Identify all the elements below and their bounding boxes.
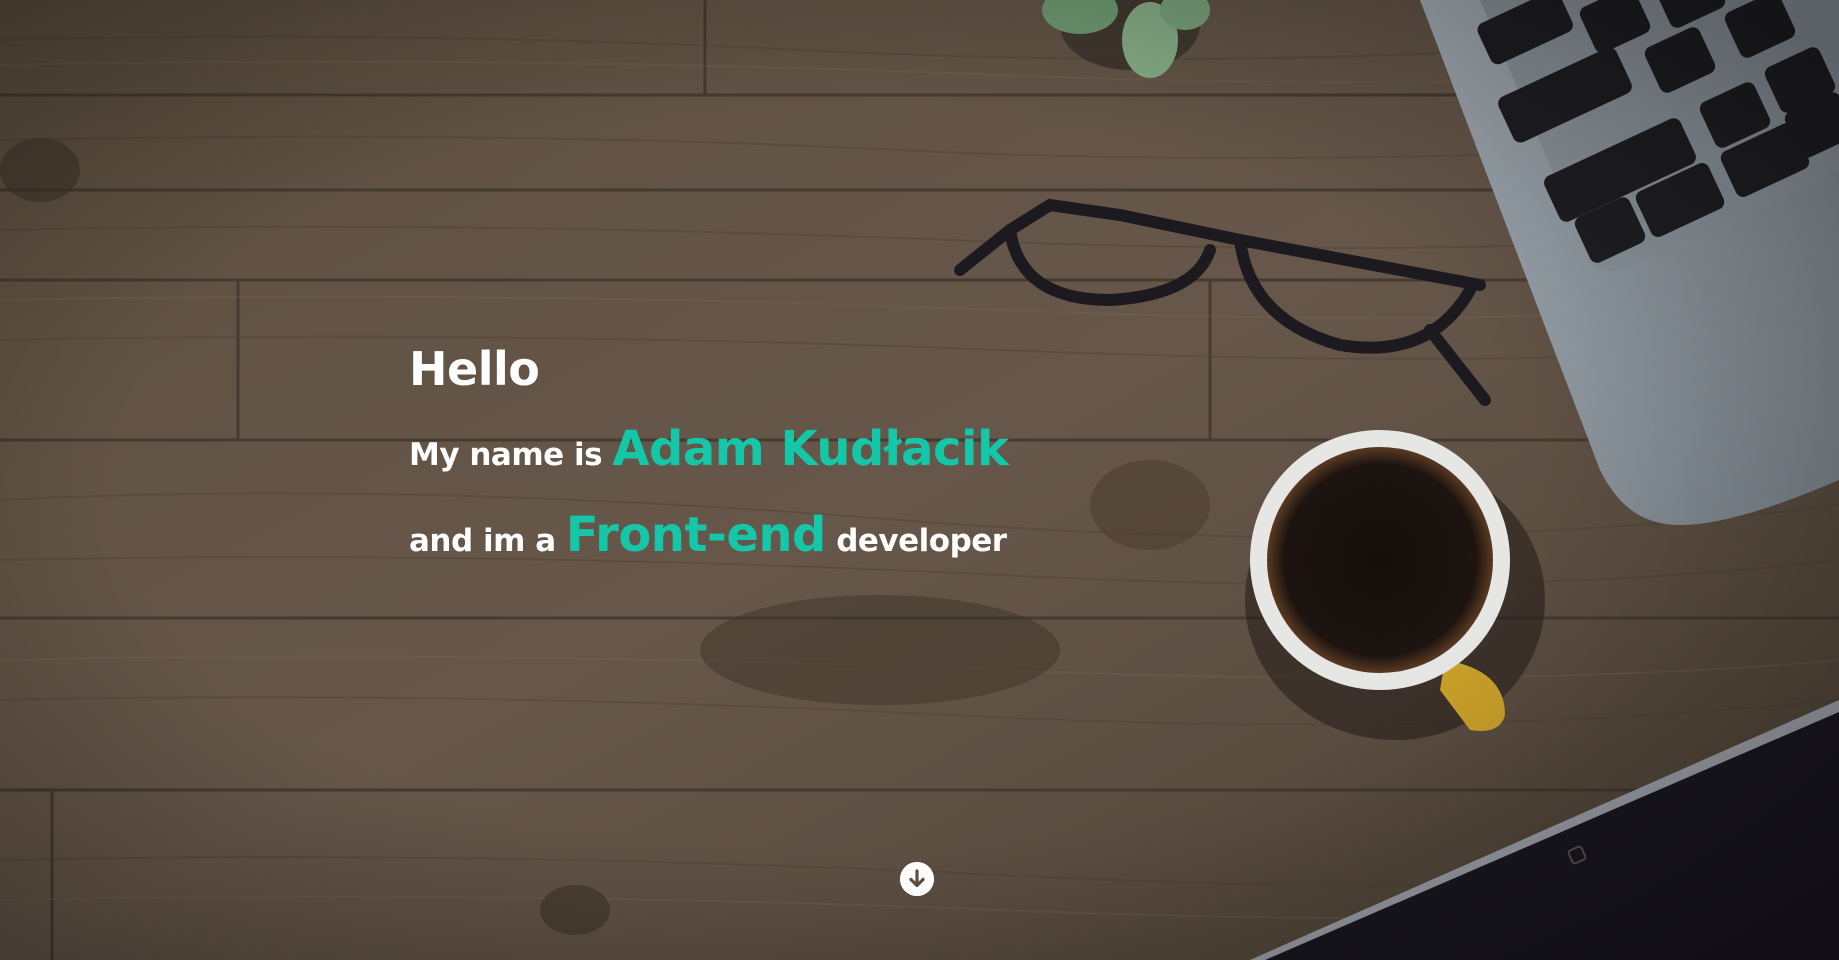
hero-section: Hello My name is Adam Kudłacik and im a … <box>0 0 1839 960</box>
greeting-heading: Hello <box>409 342 540 396</box>
role-highlight: Front-end <box>565 507 827 563</box>
role-suffix: developer <box>836 523 1007 559</box>
intro-text: Hello My name is Adam Kudłacik and im a … <box>409 340 1009 570</box>
role-prefix: and im a <box>409 523 556 559</box>
scroll-down-button[interactable] <box>900 862 934 896</box>
arrow-down-circle-icon <box>900 862 934 896</box>
name-highlight: Adam Kudłacik <box>612 421 1009 477</box>
name-line: My name is Adam Kudłacik <box>409 420 1009 484</box>
role-line: and im a Front-end developer <box>409 506 1008 570</box>
name-prefix: My name is <box>409 437 603 473</box>
